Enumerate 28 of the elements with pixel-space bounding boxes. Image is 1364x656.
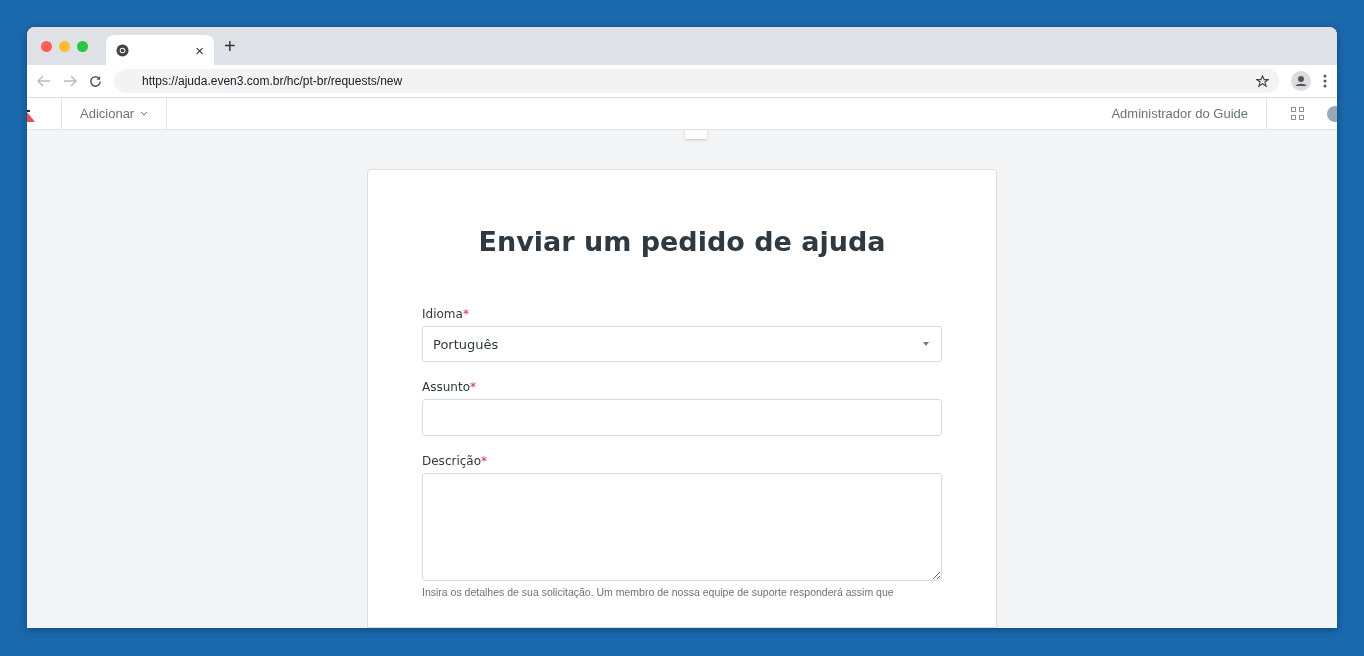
forward-icon[interactable] — [63, 75, 77, 87]
subject-input[interactable] — [422, 399, 942, 436]
description-textarea[interactable] — [422, 473, 942, 581]
form-title: Enviar um pedido de ajuda — [477, 226, 887, 257]
field-label: Assunto* — [422, 380, 477, 394]
reload-icon[interactable] — [89, 74, 102, 88]
chevron-down-icon — [140, 111, 149, 116]
collapse-handle[interactable] — [685, 130, 707, 139]
apps-grid-icon[interactable] — [1290, 107, 1304, 120]
back-icon[interactable] — [37, 75, 51, 87]
user-name: Administrador do Guide — [1111, 106, 1249, 121]
close-tab-button[interactable]: × — [195, 41, 204, 59]
language-select[interactable]: Português — [422, 326, 942, 362]
maximize-window-icon[interactable] — [77, 40, 88, 52]
address-bar[interactable]: https://ajuda.even3.com.br/hc/pt-br/requests/new — [114, 69, 1279, 93]
bookmark-star-icon[interactable] — [1256, 74, 1269, 88]
field-hint: Insira os detalhes de sua solicitação. Um membro de nossa equipe de suporte responderá assim que — [422, 585, 894, 599]
field-label: Descrição* — [422, 454, 489, 468]
field-label: Idioma* — [422, 307, 470, 321]
menu-icon[interactable] — [1323, 74, 1327, 88]
profile-icon[interactable] — [1291, 71, 1311, 91]
browser-logo-icon — [116, 43, 129, 57]
new-tab-button[interactable]: + — [224, 34, 236, 58]
close-window-icon[interactable] — [41, 40, 52, 52]
caret-icon — [923, 342, 929, 346]
add-menu-button[interactable]: Adicionar — [62, 98, 168, 129]
browser-tab[interactable]: × — [106, 35, 214, 65]
minimize-window-icon[interactable] — [59, 40, 70, 52]
